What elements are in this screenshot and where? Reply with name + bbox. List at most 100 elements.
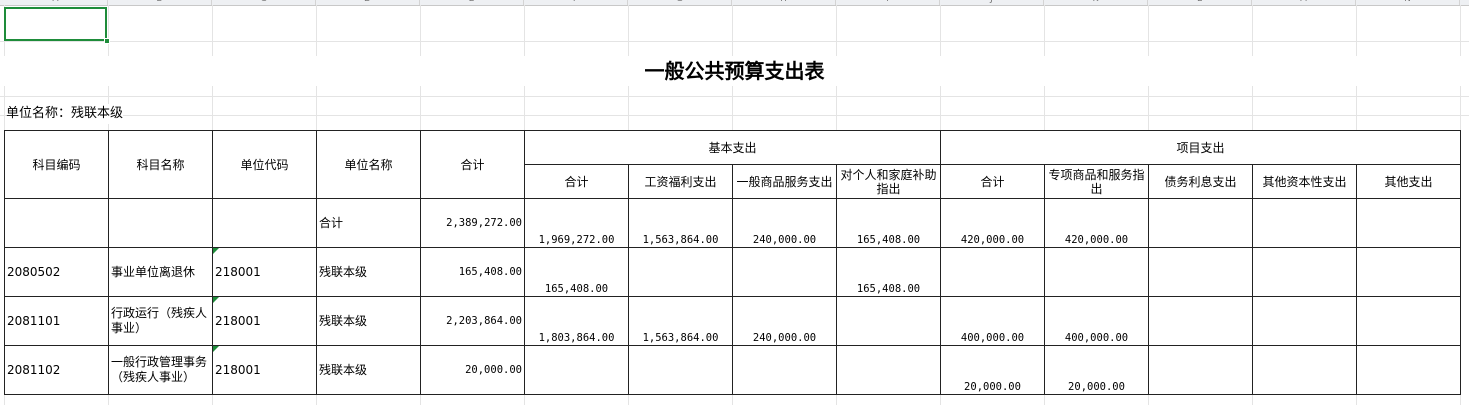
cell-individual-subsidy[interactable]: [836, 345, 941, 395]
cell-total[interactable]: 2,389,272.00: [420, 198, 525, 248]
column-header-n[interactable]: N: [1356, 0, 1460, 5]
cell-other[interactable]: [1356, 247, 1461, 297]
column-header-f[interactable]: F: [524, 0, 628, 5]
cell-salary[interactable]: [628, 345, 733, 395]
header-individual-subsidy[interactable]: 对个人和家庭补助指出: [836, 164, 941, 199]
gridline-horizontal: [0, 96, 1469, 97]
cell-subject-name[interactable]: 行政运行（残疾人事业）: [108, 296, 213, 346]
cell-individual-subsidy[interactable]: 165,408.00: [836, 198, 941, 248]
cell-subject-name[interactable]: 一般行政管理事务（残疾人事业）: [108, 345, 213, 395]
cell-basic-total[interactable]: 1,803,864.00: [524, 296, 629, 346]
cell-subject-code[interactable]: [4, 198, 109, 248]
budget-table: 科目编码 科目名称 单位代码 单位名称 合计 基本支出 项目支出 合计 工资福利…: [4, 130, 1461, 395]
cell-subject-code[interactable]: 2081102: [4, 345, 109, 395]
cell-unit-code[interactable]: [212, 198, 317, 248]
cell-other[interactable]: [1356, 345, 1461, 395]
cell-goods-services[interactable]: 240,000.00: [732, 296, 837, 346]
header-row-1: 科目编码 科目名称 单位代码 单位名称 合计 基本支出 项目支出: [4, 130, 1461, 199]
cell-unit-code[interactable]: 218001: [212, 247, 317, 297]
cell-project-total[interactable]: 420,000.00: [940, 198, 1045, 248]
cell-debt-interest[interactable]: [1148, 345, 1253, 395]
cell-debt-interest[interactable]: [1148, 198, 1253, 248]
cell-other-capital[interactable]: [1252, 296, 1357, 346]
cell-debt-interest[interactable]: [1148, 247, 1253, 297]
header-basic-total[interactable]: 合计: [524, 164, 629, 199]
cell-total[interactable]: 165,408.00: [420, 247, 525, 297]
column-header-b[interactable]: B: [108, 0, 212, 5]
table-row: 2081102 一般行政管理事务（残疾人事业） 218001 残联本级 20,000.0…: [4, 345, 1461, 395]
column-header-strip[interactable]: ABCDEFGHIJKLMN: [0, 0, 1469, 6]
cell-unit-name[interactable]: 残联本级: [316, 296, 421, 346]
header-special-goods[interactable]: 专项商品和服务指出: [1044, 164, 1149, 199]
sheet-title: 一般公共预算支出表: [0, 56, 1469, 86]
gridline-horizontal: [0, 115, 1469, 116]
cell-unit-code[interactable]: 218001: [212, 296, 317, 346]
column-header-g[interactable]: G: [628, 0, 732, 5]
cell-subject-code[interactable]: 2081101: [4, 296, 109, 346]
cell-unit-name[interactable]: 合计: [316, 198, 421, 248]
cell-total[interactable]: 2,203,864.00: [420, 296, 525, 346]
cell-total[interactable]: 20,000.00: [420, 345, 525, 395]
header-project-total[interactable]: 合计: [940, 164, 1045, 199]
table-row: 合计 2,389,272.00 1,969,272.00 1,563,864.00 24…: [4, 198, 1461, 248]
cell-other-capital[interactable]: [1252, 345, 1357, 395]
cell-goods-services[interactable]: 240,000.00: [732, 198, 837, 248]
header-basic-expenditure[interactable]: 基本支出: [524, 130, 941, 165]
column-header-k[interactable]: K: [1044, 0, 1148, 5]
cell-project-total[interactable]: [940, 247, 1045, 297]
header-subject-name[interactable]: 科目名称: [108, 130, 213, 199]
cell-individual-subsidy[interactable]: [836, 296, 941, 346]
column-header-c[interactable]: C: [212, 0, 316, 5]
cell-other-capital[interactable]: [1252, 198, 1357, 248]
cell-goods-services[interactable]: [732, 345, 837, 395]
cell-salary[interactable]: 1,563,864.00: [628, 296, 733, 346]
cell-special-goods[interactable]: 420,000.00: [1044, 198, 1149, 248]
header-other-capital[interactable]: 其他资本性支出: [1252, 164, 1357, 199]
column-header-d[interactable]: D: [316, 0, 420, 5]
cell-other[interactable]: [1356, 198, 1461, 248]
header-total[interactable]: 合计: [420, 130, 525, 199]
column-header-e[interactable]: E: [420, 0, 524, 5]
cell-subject-name[interactable]: 事业单位离退休: [108, 247, 213, 297]
header-project-expenditure[interactable]: 项目支出: [940, 130, 1461, 165]
header-other[interactable]: 其他支出: [1356, 164, 1461, 199]
cell-subject-code[interactable]: 2080502: [4, 247, 109, 297]
header-goods-services[interactable]: 一般商品服务支出: [732, 164, 837, 199]
cell-other-capital[interactable]: [1252, 247, 1357, 297]
header-unit-name[interactable]: 单位名称: [316, 130, 421, 199]
cell-basic-total[interactable]: 1,969,272.00: [524, 198, 629, 248]
cell-basic-total[interactable]: [524, 345, 629, 395]
cell-unit-code[interactable]: 218001: [212, 345, 317, 395]
cell-salary[interactable]: [628, 247, 733, 297]
column-header-m[interactable]: M: [1252, 0, 1356, 5]
column-header-l[interactable]: L: [1148, 0, 1252, 5]
header-unit-code[interactable]: 单位代码: [212, 130, 317, 199]
gridline-horizontal: [0, 41, 1469, 42]
cell-unit-name[interactable]: 残联本级: [316, 247, 421, 297]
fill-handle[interactable]: [104, 38, 110, 44]
cell-special-goods[interactable]: 400,000.00: [1044, 296, 1149, 346]
column-header-j[interactable]: J: [940, 0, 1044, 5]
unit-name-label: 单位名称：残联本级: [6, 104, 124, 124]
cell-debt-interest[interactable]: [1148, 296, 1253, 346]
cell-project-total[interactable]: 20,000.00: [940, 345, 1045, 395]
cell-other[interactable]: [1356, 296, 1461, 346]
column-header-i[interactable]: I: [836, 0, 940, 5]
cell-salary[interactable]: 1,563,864.00: [628, 198, 733, 248]
table-row: 2081101 行政运行（残疾人事业） 218001 残联本级 2,203,864.00…: [4, 296, 1461, 346]
cell-special-goods[interactable]: [1044, 247, 1149, 297]
cell-basic-total[interactable]: 165,408.00: [524, 247, 629, 297]
cell-project-total[interactable]: 400,000.00: [940, 296, 1045, 346]
cell-individual-subsidy[interactable]: 165,408.00: [836, 247, 941, 297]
header-subject-code[interactable]: 科目编码: [4, 130, 109, 199]
cell-unit-name[interactable]: 残联本级: [316, 345, 421, 395]
cell-special-goods[interactable]: 20,000.00: [1044, 345, 1149, 395]
header-salary[interactable]: 工资福利支出: [628, 164, 733, 199]
header-debt-interest[interactable]: 债务利息支出: [1148, 164, 1253, 199]
column-header-h[interactable]: H: [732, 0, 836, 5]
column-header-a[interactable]: A: [4, 0, 108, 5]
selected-cell-a1[interactable]: [4, 7, 107, 41]
cell-goods-services[interactable]: [732, 247, 837, 297]
cell-subject-name[interactable]: [108, 198, 213, 248]
table-row: 2080502 事业单位离退休 218001 残联本级 165,408.00 165,40…: [4, 247, 1461, 297]
